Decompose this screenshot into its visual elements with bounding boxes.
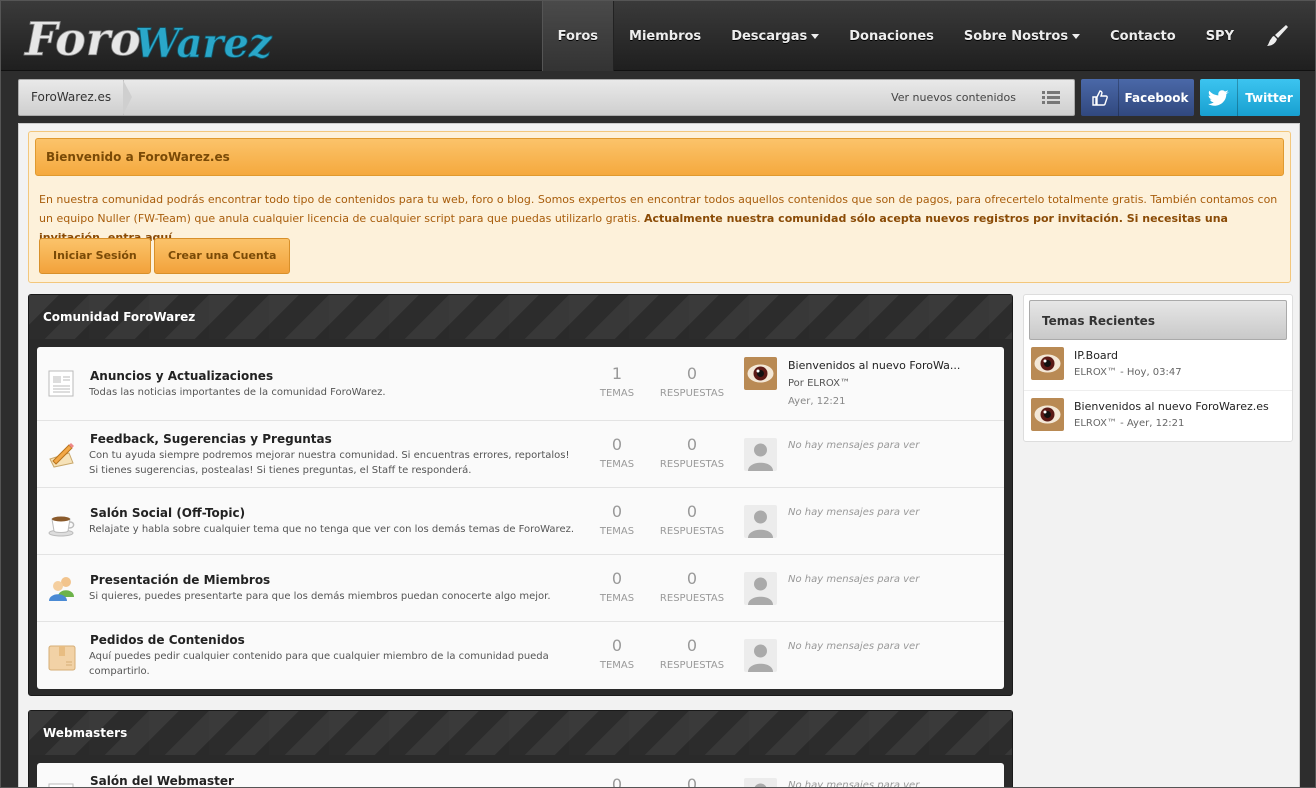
topics-count: 0 TEMAS — [599, 569, 635, 604]
default-avatar-icon — [744, 505, 777, 538]
topics-count: 0 — [611, 775, 623, 788]
welcome-box: Bienvenido a ForoWarez.es En nuestra com… — [28, 131, 1291, 283]
nav-contacto[interactable]: Contacto — [1095, 1, 1191, 71]
forum-title[interactable]: Salón del Webmaster — [90, 774, 234, 787]
forum-title[interactable]: Pedidos de Contenidos — [90, 633, 245, 647]
svg-text:Warez: Warez — [135, 20, 273, 67]
no-messages-text: No hay mensajes para ver — [788, 574, 920, 585]
topics-count: 0 TEMAS — [599, 636, 635, 671]
replies-count: 0 RESPUESTAS — [659, 502, 725, 537]
replies-count: 0 RESPUESTAS — [659, 364, 725, 399]
forum-description: Aquí puedes pedir cualquier contenido pa… — [89, 651, 549, 677]
forum-title[interactable]: Feedback, Sugerencias y Preguntas — [90, 432, 332, 446]
forum-row-anuncios: Anuncios y Actualizaciones Todas las not… — [37, 347, 1004, 421]
no-messages-text: No hay mensajes para ver — [788, 507, 920, 518]
nav-foros[interactable]: Foros — [541, 1, 615, 71]
recent-topic-title[interactable]: IP.Board — [1074, 349, 1118, 362]
svg-text:Foro: Foro — [23, 12, 141, 66]
last-post-author[interactable]: Por ELROX™ — [788, 378, 850, 389]
main-panel: Bienvenido a ForoWarez.es En nuestra com… — [18, 123, 1300, 788]
avatar[interactable] — [1031, 398, 1064, 431]
theme-switcher[interactable] — [1249, 1, 1305, 71]
category-title[interactable]: Comunidad ForoWarez — [29, 295, 1012, 339]
welcome-title: Bienvenido a ForoWarez.es — [35, 138, 1284, 176]
nav-spy[interactable]: SPY — [1191, 1, 1249, 71]
recent-topic-meta: ELROX™ - Ayer, 12:21 — [1074, 418, 1185, 429]
recent-topic-meta: ELROX™ - Hoy, 03:47 — [1074, 367, 1182, 378]
forum-description: Relajate y habla sobre cualquier tema qu… — [89, 524, 575, 535]
nav-descargas[interactable]: Descargas — [716, 1, 834, 71]
last-post-title[interactable]: Bienvenidos al nuevo ForoWa... — [788, 359, 960, 372]
forum-title[interactable]: Anuncios y Actualizaciones — [90, 369, 273, 383]
page: Foro Warez Foros Miembros Descargas Dona… — [0, 0, 1316, 788]
category-title[interactable]: Webmasters — [29, 711, 1012, 755]
top-header: Foro Warez Foros Miembros Descargas Dona… — [1, 1, 1315, 71]
nav-sobre-nostros[interactable]: Sobre Nostros — [949, 1, 1095, 71]
forum-row-presentacion: Presentación de Miembros Si quieres, pue… — [37, 555, 1004, 622]
caret-down-icon — [811, 33, 820, 39]
avatar[interactable] — [1031, 347, 1064, 380]
forum-row-salon-webmaster: Salón del Webmaster 0 0 No hay mensajes … — [37, 763, 1004, 788]
twitter-bird-icon — [1200, 79, 1238, 116]
coffee-cup-icon — [48, 516, 75, 537]
no-messages-text: No hay mensajes para ver — [788, 440, 920, 451]
recent-topic-item[interactable]: IP.Board ELROX™ - Hoy, 03:47 — [1024, 341, 1292, 391]
package-icon — [48, 645, 76, 671]
breadcrumb: ForoWarez.es Ver nuevos contenidos — [18, 79, 1075, 116]
forum-description: Si quieres, puedes presentarte para que … — [89, 591, 551, 602]
category-webmasters: Webmasters Salón del Webmaster 0 0 No ha… — [28, 710, 1013, 788]
forum-row-salon-social: Salón Social (Off-Topic) Relajate y habl… — [37, 488, 1004, 555]
paintbrush-icon — [1267, 25, 1288, 46]
recent-topic-title[interactable]: Bienvenidos al nuevo ForoWarez.es — [1074, 400, 1269, 413]
default-avatar-icon — [744, 778, 777, 787]
no-messages-text: No hay mensajes para ver — [788, 641, 920, 652]
caret-down-icon — [1072, 33, 1081, 39]
twitter-button[interactable]: Twitter — [1200, 79, 1300, 116]
login-button[interactable]: Iniciar Sesión — [39, 238, 151, 274]
replies-count: 0 — [686, 775, 698, 788]
recent-topic-item[interactable]: Bienvenidos al nuevo ForoWarez.es ELROX™… — [1024, 392, 1292, 442]
default-avatar-icon — [744, 572, 777, 605]
category-comunidad: Comunidad ForoWarez Anuncios y Actualiza… — [28, 294, 1013, 696]
users-icon — [49, 577, 74, 601]
nav-donaciones[interactable]: Donaciones — [834, 1, 949, 71]
forum-description: Con tu ayuda siempre podremos mejorar nu… — [89, 450, 570, 476]
forum-description: Todas las noticias importantes de la com… — [89, 387, 386, 398]
site-logo[interactable]: Foro Warez — [23, 5, 273, 67]
forum-title[interactable]: Salón Social (Off-Topic) — [90, 506, 245, 520]
forum-icon — [48, 783, 74, 787]
main-nav: Foros Miembros Descargas Donaciones Sobr… — [541, 1, 1305, 71]
replies-count: 0 RESPUESTAS — [659, 435, 725, 470]
breadcrumb-home[interactable]: ForoWarez.es — [19, 80, 133, 115]
newspaper-icon — [48, 370, 74, 397]
thumbs-up-icon — [1081, 79, 1119, 116]
default-avatar-icon — [744, 438, 777, 471]
forum-row-feedback: Feedback, Sugerencias y Preguntas Con tu… — [37, 421, 1004, 488]
topics-count: 1 TEMAS — [599, 364, 635, 399]
forum-title[interactable]: Presentación de Miembros — [90, 573, 270, 587]
forum-list: Anuncios y Actualizaciones Todas las not… — [37, 347, 1004, 689]
topics-count: 0 TEMAS — [599, 502, 635, 537]
nav-miembros[interactable]: Miembros — [614, 1, 716, 71]
default-avatar-icon — [744, 639, 777, 672]
topics-count: 0 TEMAS — [599, 435, 635, 470]
new-content-link[interactable]: Ver nuevos contenidos — [891, 80, 1016, 115]
list-icon[interactable] — [1042, 91, 1060, 104]
facebook-button[interactable]: Facebook — [1081, 79, 1194, 116]
replies-count: 0 RESPUESTAS — [659, 569, 725, 604]
pencil-note-icon — [49, 443, 74, 468]
recent-topics-widget: Temas Recientes IP.Board ELROX™ - Hoy, 0… — [1023, 294, 1293, 442]
widget-title: Temas Recientes — [1029, 300, 1287, 340]
last-post-time: Ayer, 12:21 — [788, 396, 846, 407]
avatar[interactable] — [744, 357, 777, 390]
replies-count: 0 RESPUESTAS — [659, 636, 725, 671]
forum-list: Salón del Webmaster 0 0 No hay mensajes … — [37, 763, 1004, 788]
no-messages-text: No hay mensajes para ver — [788, 780, 920, 788]
forum-row-pedidos: Pedidos de Contenidos Aquí puedes pedir … — [37, 622, 1004, 689]
register-button[interactable]: Crear una Cuenta — [154, 238, 291, 274]
